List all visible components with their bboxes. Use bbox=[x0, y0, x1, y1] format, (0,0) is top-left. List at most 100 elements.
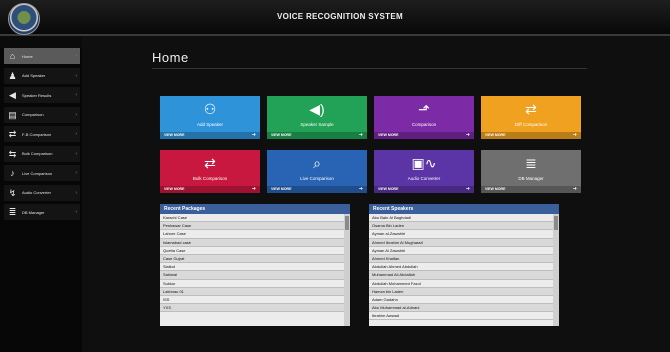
sidebar-item-bulk-comparison[interactable]: ⇆ Bulk Comparison › bbox=[4, 145, 80, 162]
list-item[interactable]: ISS bbox=[160, 296, 344, 305]
scrollbar-thumb[interactable] bbox=[345, 216, 349, 230]
app-title: VOICE RECOGNITION SYSTEM bbox=[277, 12, 403, 21]
list-item[interactable]: Sialkot bbox=[160, 263, 344, 272]
sidebar-item-live-comparison[interactable]: ♪ Live Comparison › bbox=[4, 165, 80, 181]
panel-header: Recent Speakers bbox=[369, 204, 559, 214]
tile-footer[interactable]: VIEW MORE ➜ bbox=[267, 186, 367, 193]
recent-packages-list: Karachi Case Peshawar Case Lahore Case Isla… bbox=[160, 214, 344, 326]
view-more-link[interactable]: VIEW MORE bbox=[271, 133, 291, 137]
tile-bulk-comparison[interactable]: ⇄ Bulk Comparison VIEW MORE ➜ bbox=[160, 150, 260, 193]
list-item[interactable]: Peshawar Case bbox=[160, 222, 344, 231]
tile-footer[interactable]: VIEW MORE ➜ bbox=[160, 186, 260, 193]
tile-label: Audio Converter bbox=[407, 176, 441, 181]
audio-wave-icon: ▣∿ bbox=[411, 155, 437, 171]
tile-label: Add Speaker bbox=[196, 122, 224, 127]
list-item[interactable]: Islamabad case bbox=[160, 238, 344, 247]
tile-footer[interactable]: VIEW MORE ➜ bbox=[160, 132, 260, 139]
tile-db-manager[interactable]: ≣ DB Manager VIEW MORE ➜ bbox=[481, 150, 581, 193]
bulk-compare-icon: ⇄ bbox=[204, 155, 216, 171]
microphone-icon: ♪ bbox=[10, 168, 15, 178]
list-item[interactable]: Hamza bin Laden bbox=[369, 287, 553, 296]
list-item[interactable]: Abdullah Mohammed Fazul bbox=[369, 280, 553, 288]
list-item[interactable]: Muhammad Ali Abdallah bbox=[369, 271, 553, 280]
tile-footer[interactable]: VIEW MORE ➜ bbox=[267, 132, 367, 139]
tile-audio-converter[interactable]: ▣∿ Audio Converter VIEW MORE ➜ bbox=[374, 150, 474, 193]
audio-icon: ↯ bbox=[8, 187, 17, 198]
tile-speaker-sample[interactable]: ◀) Speaker Sample VIEW MORE ➜ bbox=[267, 96, 367, 139]
tile-comparison[interactable]: ⬏ Comparison VIEW MORE ➜ bbox=[374, 96, 474, 139]
sidebar-item-label: Bulk Comparison bbox=[22, 151, 53, 156]
compare-icon: ⇄ bbox=[8, 129, 17, 139]
sidebar-item-db-manager[interactable]: ≣ DB Manager › bbox=[4, 204, 80, 220]
speaker-icon: ◀ bbox=[9, 90, 16, 100]
tile-diff-comparison[interactable]: ⇄ Diff Comparison VIEW MORE ➜ bbox=[481, 96, 581, 139]
sidebar-item-label: Live Comparison bbox=[22, 170, 53, 176]
view-more-link[interactable]: VIEW MORE bbox=[378, 133, 398, 137]
tile-add-speaker[interactable]: ⚇ Add Speaker VIEW MORE ➜ bbox=[160, 96, 260, 139]
tile-footer[interactable]: VIEW MORE ➜ bbox=[481, 132, 581, 139]
sidebar-item-comparison[interactable]: ▤ Comparison › bbox=[4, 106, 80, 123]
recent-packages-panel: Recent Packages Karachi Case Peshawar Cas… bbox=[160, 204, 350, 326]
scrollbar[interactable] bbox=[344, 214, 350, 326]
arrow-right-icon: ➜ bbox=[251, 186, 256, 192]
chevron-right-icon: › bbox=[75, 92, 77, 98]
list-item[interactable]: Adam Gadahn bbox=[369, 296, 553, 305]
list-item[interactable]: Quetta Case bbox=[160, 247, 344, 255]
list-item[interactable]: Karachi Case bbox=[160, 214, 344, 223]
sidebar-item-label: Home bbox=[22, 53, 33, 59]
tile-footer[interactable]: VIEW MORE ➜ bbox=[374, 132, 474, 139]
tile-footer[interactable]: VIEW MORE ➜ bbox=[374, 186, 474, 193]
scrollbar-thumb[interactable] bbox=[554, 216, 558, 230]
recent-speakers-list: Abu Bakr Al Baghdadi Osama Bin Laden Ayman… bbox=[369, 214, 553, 326]
scrollbar[interactable] bbox=[553, 214, 559, 326]
tile-label: Live Comparison bbox=[300, 176, 334, 181]
list-item[interactable]: Case Gujrat bbox=[160, 254, 344, 264]
list-item[interactable]: Sahiwal bbox=[160, 271, 344, 280]
list-item[interactable]: Lakhnau 01 bbox=[160, 287, 344, 296]
chevron-right-icon: › bbox=[75, 53, 77, 59]
list-item[interactable]: Abdullah Ahmed Abdullah bbox=[369, 263, 553, 272]
view-more-link[interactable]: VIEW MORE bbox=[164, 133, 184, 137]
sidebar-item-add-speaker[interactable]: ♟ Add Speaker › bbox=[4, 67, 80, 84]
list-item[interactable]: Ayman Al Zawahiri bbox=[369, 247, 553, 255]
list-item[interactable]: Lahore Case bbox=[160, 230, 344, 239]
view-more-link[interactable]: VIEW MORE bbox=[485, 187, 505, 191]
chevron-right-icon: › bbox=[75, 72, 77, 79]
speaker-icon: ◀) bbox=[309, 101, 325, 117]
list-item[interactable]: Abu Muhammad al-Adnani bbox=[369, 304, 553, 313]
view-more-link[interactable]: VIEW MORE bbox=[378, 187, 398, 191]
list-item[interactable]: YXS bbox=[160, 304, 344, 313]
panel-header: Recent Packages bbox=[160, 204, 350, 214]
sidebar-item-label: Add Speaker bbox=[22, 73, 46, 78]
sidebar-item-audio-converter[interactable]: ↯ Audio Converter › bbox=[4, 184, 80, 201]
list-item[interactable]: Ahmed Ibrahim Al Mughassil bbox=[369, 238, 553, 247]
sidebar-item-label: DB Manager bbox=[22, 209, 45, 215]
tile-footer[interactable]: VIEW MORE ➜ bbox=[481, 186, 581, 193]
search-icon: ⌕ bbox=[313, 155, 321, 171]
list-item[interactable]: Abu Bakr Al Baghdadi bbox=[369, 214, 553, 223]
sidebar-item-label: Comparison bbox=[22, 112, 44, 117]
main-content: Home ⚇ Add Speaker VIEW MORE ➜ ◀) Speake… bbox=[82, 36, 670, 352]
sidebar-item-home[interactable]: ⌂ Home › bbox=[4, 48, 80, 64]
view-more-link[interactable]: VIEW MORE bbox=[164, 187, 184, 191]
arrow-right-icon: ➜ bbox=[465, 132, 470, 138]
sidebar-item-label: F-B Comparison bbox=[22, 131, 52, 137]
view-more-link[interactable]: VIEW MORE bbox=[271, 187, 291, 191]
user-icon: ♟ bbox=[8, 70, 17, 81]
diff-icon: ⇄ bbox=[525, 101, 537, 117]
list-item[interactable]: Sukkur bbox=[160, 280, 344, 288]
list-item[interactable]: Ibrahim Awwad bbox=[369, 312, 553, 321]
tile-live-comparison[interactable]: ⌕ Live Comparison VIEW MORE ➜ bbox=[267, 150, 367, 193]
list-item[interactable]: Ahmed Khalfan bbox=[369, 254, 553, 264]
sidebar-item-speaker-results[interactable]: ◀ Speaker Results › bbox=[4, 87, 80, 103]
app-logo bbox=[8, 3, 40, 35]
bulk-icon: ⇆ bbox=[8, 148, 17, 159]
sidebar-item-label: Speaker Results bbox=[22, 92, 52, 98]
arrow-right-icon: ➜ bbox=[358, 132, 363, 138]
tile-label: Speaker Sample bbox=[300, 122, 334, 127]
arrow-right-icon: ➜ bbox=[572, 186, 577, 192]
view-more-link[interactable]: VIEW MORE bbox=[485, 133, 505, 137]
list-item[interactable]: Osama Bin Laden bbox=[369, 222, 553, 231]
sidebar-item-fb-comparison[interactable]: ⇄ F-B Comparison › bbox=[4, 126, 80, 142]
list-item[interactable]: Ayman al-Zawahiri bbox=[369, 230, 553, 239]
